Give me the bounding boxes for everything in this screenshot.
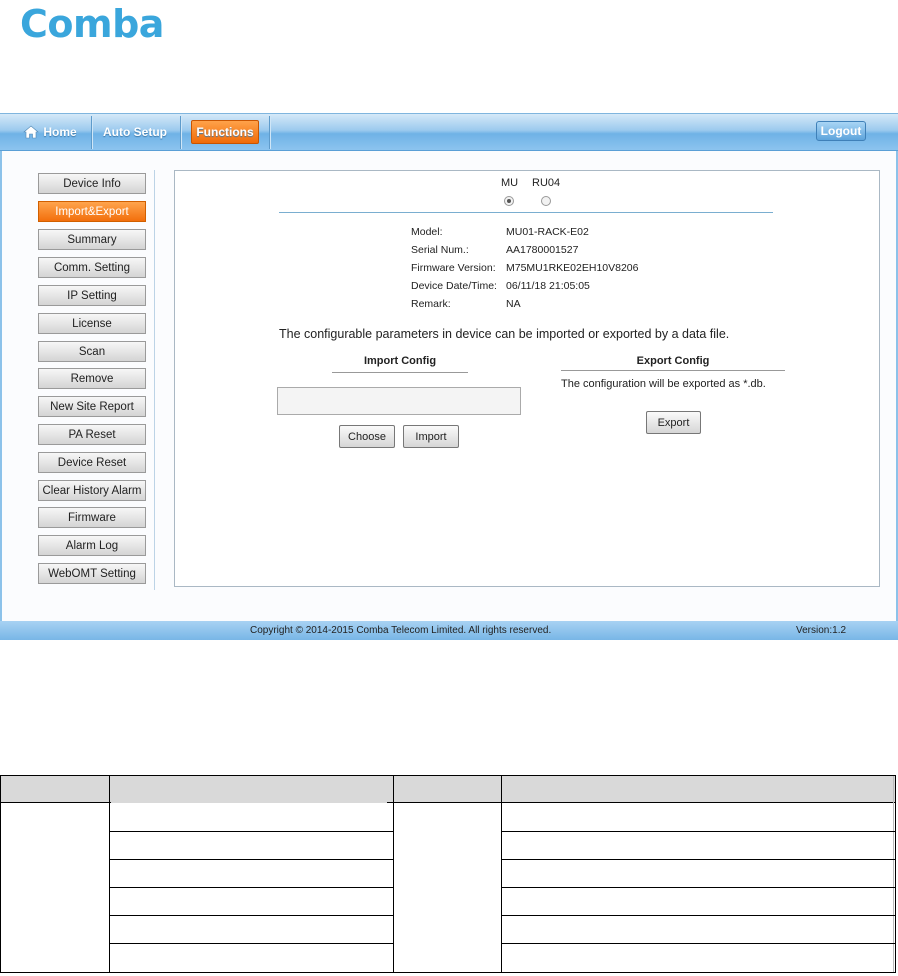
choose-button[interactable]: Choose [339, 425, 395, 448]
table-column-divider [393, 776, 394, 972]
import-file-path-field[interactable] [277, 387, 521, 415]
logout-button[interactable]: Logout [816, 121, 866, 141]
serial-label: Serial Num.: [411, 244, 469, 256]
export-title-underline [561, 370, 785, 371]
table-row-divider [109, 859, 393, 860]
nav-functions[interactable]: Functions [191, 120, 259, 144]
nav-divider [180, 116, 181, 149]
radio-label-ru04: RU04 [532, 177, 561, 189]
sidebar-item-alarm-log[interactable]: Alarm Log [38, 535, 146, 556]
export-button[interactable]: Export [646, 411, 701, 434]
sidebar-item-device-info[interactable]: Device Info [38, 173, 146, 194]
copyright-text: Copyright © 2014-2015 Comba Telecom Limi… [250, 625, 552, 636]
table-row-divider [109, 887, 393, 888]
firmware-value: M75MU1RKE02EH10V8206 [506, 262, 639, 274]
sidebar-item-device-reset[interactable]: Device Reset [38, 452, 146, 473]
table-header-cell [111, 776, 387, 803]
home-icon [23, 125, 40, 139]
import-title-underline [332, 372, 468, 373]
radio-ru04[interactable] [541, 196, 551, 206]
divider [279, 212, 773, 213]
comba-logo: Comba [20, 2, 164, 46]
remark-value: NA [506, 298, 521, 310]
model-label: Model: [411, 226, 443, 238]
remark-label: Remark: [411, 298, 451, 310]
export-description: The configuration will be exported as *.… [561, 378, 766, 390]
nav-auto-setup[interactable]: Auto Setup [92, 114, 178, 150]
datetime-value: 06/11/18 21:05:05 [506, 280, 590, 292]
footer-bar: Copyright © 2014-2015 Comba Telecom Limi… [0, 621, 898, 640]
table-row-divider [109, 943, 393, 944]
serial-value: AA1780001527 [506, 244, 579, 256]
sidebar-item-clear-history-alarm[interactable]: Clear History Alarm [38, 480, 146, 501]
export-config-title: Export Config [636, 355, 710, 367]
nav-home[interactable]: Home [14, 114, 86, 150]
table-row-divider [501, 915, 895, 916]
table-row-divider [109, 831, 393, 832]
table-row-divider [501, 887, 895, 888]
sidebar-item-summary[interactable]: Summary [38, 229, 146, 250]
import-config-title: Import Config [363, 355, 437, 367]
radio-mu[interactable] [504, 196, 514, 206]
import-button[interactable]: Import [403, 425, 459, 448]
radio-label-mu: MU [501, 177, 519, 189]
sidebar-item-new-site-report[interactable]: New Site Report [38, 396, 146, 417]
sidebar-item-license[interactable]: License [38, 313, 146, 334]
sidebar-item-firmware[interactable]: Firmware [38, 507, 146, 528]
sidebar-item-webomt-setting[interactable]: WebOMT Setting [38, 563, 146, 584]
function-sidebar: Device Info Import&Export Summary Comm. … [31, 170, 155, 590]
nav-divider [269, 116, 270, 149]
nav-home-label: Home [43, 125, 77, 139]
sidebar-item-ip-setting[interactable]: IP Setting [38, 285, 146, 306]
import-export-description: The configurable parameters in device ca… [279, 327, 730, 341]
table-row-divider [501, 831, 895, 832]
datetime-label: Device Date/Time: [411, 280, 497, 292]
document-table [0, 775, 896, 973]
table-row-divider [109, 915, 393, 916]
version-text: Version:1.2 [796, 625, 847, 636]
sidebar-item-scan[interactable]: Scan [38, 341, 146, 362]
top-navigation-bar: Home Auto Setup Functions Logout [0, 113, 898, 151]
table-row-divider [501, 943, 895, 944]
model-value: MU01-RACK-E02 [506, 226, 589, 238]
sidebar-item-comm-setting[interactable]: Comm. Setting [38, 257, 146, 278]
sidebar-item-pa-reset[interactable]: PA Reset [38, 424, 146, 445]
sidebar-item-import-export[interactable]: Import&Export [38, 201, 146, 222]
table-row-divider [501, 859, 895, 860]
firmware-label: Firmware Version: [411, 262, 496, 274]
sidebar-item-remove[interactable]: Remove [38, 368, 146, 389]
